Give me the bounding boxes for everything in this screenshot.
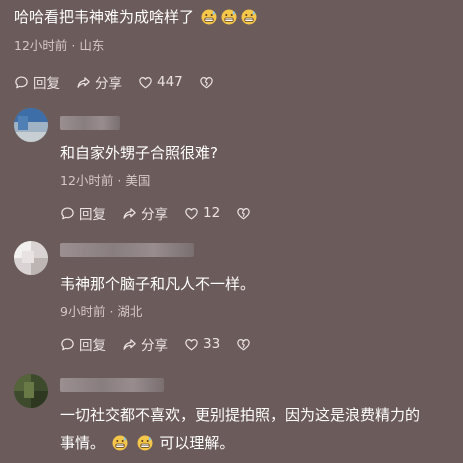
reply-button[interactable]: 回复 [60,203,106,223]
reply-text: 和自家外甥子合照很难? [60,144,218,162]
comment-text: 哈哈看把韦神难为成啥样了 [14,6,463,28]
grimace-emoji [137,435,153,451]
share-arrow-icon [77,76,90,88]
grimace-emoji [221,9,237,25]
like-button[interactable]: 12 [184,205,220,221]
reply-button[interactable]: 回复 [60,334,106,354]
meta-separator: · [71,38,76,53]
reply-body: 韦神那个脑子和凡人不一样。 9小时前 · 湖北 回复 分享 33 [60,273,463,354]
reply-location: 湖北 [117,304,143,319]
share-label: 分享 [141,338,168,354]
avatar[interactable] [14,241,48,275]
reply-text: 一切社交都不喜欢，更别提拍照，因为这是浪费精力的 [60,406,421,424]
top-comment: 哈哈看把韦神难为成啥样了 12小时前 · 山东 回复 分享 447 [14,6,463,92]
broken-heart-icon [237,207,250,219]
reply-button[interactable]: 回复 [14,72,60,92]
speech-bubble-icon [15,75,28,88]
reply-text-suffix: 可以理解。 [159,434,235,452]
speech-bubble-icon [61,206,74,219]
meta-separator: · [117,173,122,188]
like-count: 12 [203,205,221,221]
blurred-username [60,243,194,257]
reply-body: 一切社交都不喜欢，更别提拍照，因为这是浪费精力的 事情。 可以理解。 [60,404,463,454]
reply-location: 美国 [125,173,151,188]
comment-time: 12小时前 [14,38,68,53]
dislike-button[interactable] [199,75,214,90]
reply-text-line2: 事情。 可以理解。 [60,432,463,454]
reply-body: 和自家外甥子合照很难? 12小时前 · 美国 回复 分享 12 [60,142,463,223]
reply-actions: 回复 分享 12 [60,203,463,223]
share-label: 分享 [95,76,122,92]
reply-label: 回复 [33,76,60,92]
share-arrow-icon [123,207,136,219]
reply-time: 12小时前 [60,173,114,188]
reply-time: 9小时前 [60,304,106,319]
comment-text-content: 哈哈看把韦神难为成啥样了 [14,8,195,26]
grimace-emoji [112,435,128,451]
heart-icon [185,207,198,219]
share-label: 分享 [141,207,168,223]
reply-label: 回复 [79,338,106,354]
dislike-button[interactable] [236,337,251,352]
comment-location: 山东 [79,38,105,53]
share-button[interactable]: 分享 [122,334,168,354]
like-button[interactable]: 447 [138,74,183,90]
heart-icon [185,338,198,350]
share-button[interactable]: 分享 [122,203,168,223]
reply-meta: 12小时前 · 美国 [60,170,463,189]
broken-heart-icon [200,76,213,88]
reply-text-prefix: 事情。 [60,434,106,452]
reply-text: 韦神那个脑子和凡人不一样。 [60,275,256,293]
dislike-button[interactable] [236,206,251,221]
like-count: 33 [203,336,221,352]
blurred-username [60,378,164,392]
comment-actions: 回复 分享 447 [14,72,463,92]
avatar[interactable] [14,374,48,408]
reply-actions: 回复 分享 33 [60,334,463,354]
reply-label: 回复 [79,207,106,223]
grimace-emoji [241,9,257,25]
reply-meta: 9小时前 · 湖北 [60,301,463,320]
grimace-emoji [201,9,217,25]
meta-separator: · [109,304,114,319]
like-button[interactable]: 33 [184,336,220,352]
broken-heart-icon [237,338,250,350]
comment-meta: 12小时前 · 山东 [14,35,463,54]
blurred-username [60,116,120,130]
share-button[interactable]: 分享 [76,72,122,92]
speech-bubble-icon [61,337,74,350]
heart-icon [139,76,152,88]
avatar[interactable] [14,108,48,142]
share-arrow-icon [123,338,136,350]
like-count: 447 [157,74,183,90]
